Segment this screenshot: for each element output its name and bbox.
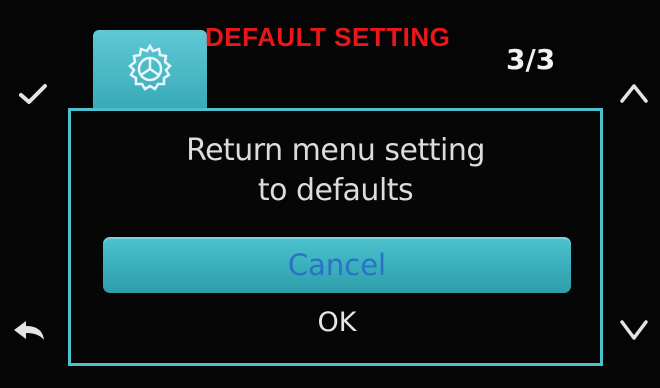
back-arrow-icon[interactable] — [12, 318, 46, 344]
dialog-message-line2: to defaults — [257, 173, 414, 208]
dialog-message-line1: Return menu setting — [186, 133, 485, 168]
chevron-up-icon[interactable] — [619, 82, 649, 104]
cancel-button[interactable]: Cancel — [103, 237, 571, 293]
ok-button[interactable]: OK — [103, 303, 571, 347]
dialog-message: Return menu setting to defaults — [71, 131, 600, 211]
settings-tab[interactable] — [93, 30, 207, 108]
check-icon[interactable] — [18, 82, 48, 106]
page-indicator: 3/3 — [506, 43, 556, 76]
screen-title: DEFAULT SETTING — [205, 22, 451, 52]
cancel-button-label: Cancel — [287, 248, 387, 282]
ok-button-label: OK — [317, 307, 357, 338]
reset-dialog: Return menu setting to defaults Cancel O… — [68, 108, 603, 366]
gear-icon — [128, 43, 172, 91]
chevron-down-icon[interactable] — [619, 318, 649, 342]
camera-screen: DEFAULT SETTING 3/3 Return menu setting … — [0, 0, 660, 388]
